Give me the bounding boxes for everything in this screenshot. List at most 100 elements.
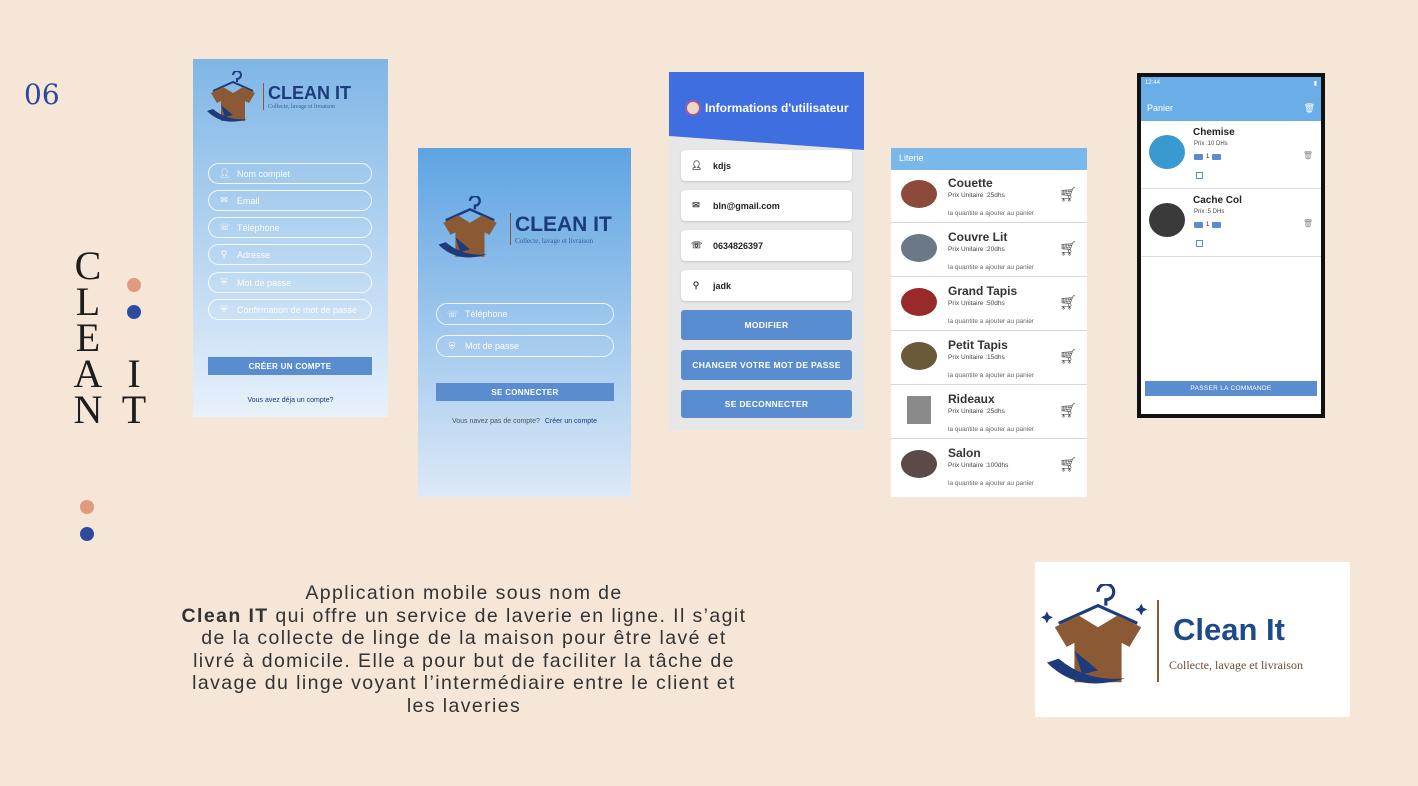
- profile-screen: Informations d'utilisateur 👤︎ kdjs ✉ bln@g…: [669, 72, 864, 430]
- status-bar: 12:44 ▮: [1141, 77, 1321, 91]
- brand-logo: CLEAN IT Collecte, lavage et livraison: [432, 194, 612, 262]
- mail-icon: ✉: [692, 200, 700, 210]
- minus-button[interactable]: [1194, 222, 1203, 228]
- login-button[interactable]: SE CONNECTER: [436, 383, 614, 401]
- address-field[interactable]: ⚲ Adresse: [208, 244, 372, 265]
- password-field[interactable]: ⛨ Mot de passe: [208, 272, 372, 293]
- brand-logo-card: Clean It Collecte, lavage et livraison: [1035, 562, 1350, 717]
- cart-screen: 12:44 ▮ Panier 🗑︎ Chemise Prix :10 DHs 1…: [1141, 77, 1321, 414]
- product-image: [901, 234, 937, 262]
- trash-icon[interactable]: 🗑︎: [1304, 103, 1315, 113]
- shield-icon: ⛨: [220, 304, 228, 314]
- login-link[interactable]: Vous avez déja un compte?: [193, 397, 388, 404]
- tshirt-hanger-icon: [1039, 582, 1157, 699]
- product-image: [901, 288, 937, 316]
- decor-dot-orange: [80, 500, 94, 514]
- add-to-cart-icon[interactable]: 🛒︎: [1059, 186, 1077, 203]
- product-image: [901, 180, 937, 208]
- email-field[interactable]: ✉ Email: [208, 190, 372, 211]
- brand-tagline: Collecte, lavage et livraison: [268, 103, 335, 110]
- product-image: [1149, 135, 1185, 169]
- page-number: 06: [24, 78, 60, 111]
- decor-dot-blue: [127, 305, 141, 319]
- location-icon: ⚲: [220, 249, 228, 259]
- password-field[interactable]: ⛨ Mot de passe: [436, 335, 614, 357]
- create-account-button[interactable]: CRÉER UN COMPTE: [208, 357, 372, 375]
- list-item[interactable]: Salon Prix Unitaire :100dhs la quantite …: [891, 440, 1087, 493]
- create-account-link[interactable]: Créer un compte: [545, 418, 597, 425]
- quantity-stepper[interactable]: 1: [1194, 222, 1222, 228]
- mail-icon: ✉: [220, 195, 228, 205]
- list-item[interactable]: Grand Tapis Prix Unitaire :50dhs la quan…: [891, 278, 1087, 331]
- checkout-button[interactable]: PASSER LA COMMANDE: [1145, 381, 1317, 396]
- plus-button[interactable]: [1212, 222, 1222, 228]
- shield-icon: ⛨: [448, 340, 456, 351]
- brand-logo: CLEAN IT Collecte, lavage et livraison: [203, 70, 351, 122]
- brand-highlight: Clean IT: [181, 604, 269, 627]
- vertical-title-clean: C L E A N: [73, 243, 103, 432]
- checkbox[interactable]: [1196, 240, 1203, 247]
- quantity-stepper[interactable]: 1: [1194, 154, 1222, 160]
- phone-icon: ☏: [219, 222, 231, 232]
- cart-item: Cache Col Prix :5 DHs 1 🗑︎: [1141, 189, 1321, 257]
- login-screen: CLEAN IT Collecte, lavage et livraison ☏…: [418, 148, 631, 497]
- logo-divider: [1157, 600, 1159, 682]
- project-description: Application mobile sous nom de Clean IT …: [181, 582, 747, 717]
- brand-name: CLEAN IT: [268, 82, 351, 103]
- decor-dot-blue: [80, 527, 94, 541]
- phone-field[interactable]: ☏ Téléphone: [208, 217, 372, 238]
- profile-title: Informations d'utilisateur: [705, 101, 849, 115]
- minus-button[interactable]: [1194, 154, 1203, 160]
- signal-icon: ▮: [1313, 81, 1317, 87]
- list-item[interactable]: Couette Prix Unitaire :25dhs la quantite…: [891, 170, 1087, 223]
- logout-button[interactable]: SE DECONNECTER: [681, 390, 852, 418]
- change-password-button[interactable]: CHANGER VOTRE MOT DE PASSE: [681, 350, 852, 380]
- checkbox[interactable]: [1196, 172, 1203, 179]
- product-image: [907, 396, 931, 424]
- product-image: [901, 342, 937, 370]
- tshirt-hanger-icon: [203, 70, 259, 122]
- fullname-field[interactable]: 👤︎ Nom complet: [208, 163, 372, 184]
- user-icon: 👤︎: [219, 168, 231, 178]
- brand-tagline: Collecte, lavage et livraison: [1169, 658, 1303, 672]
- phone-icon: ☏: [447, 308, 459, 319]
- signup-screen: CLEAN IT Collecte, lavage et livraison 👤…: [193, 59, 388, 417]
- decor-dot-orange: [127, 278, 141, 292]
- add-to-cart-icon[interactable]: 🛒︎: [1059, 456, 1077, 473]
- cart-toolbar: Panier 🗑︎: [1141, 91, 1321, 121]
- delete-icon[interactable]: 🗑︎: [1303, 151, 1313, 160]
- plus-button[interactable]: [1212, 154, 1222, 160]
- name-value[interactable]: 👤︎ kdjs: [681, 150, 852, 181]
- category-title: Literie: [891, 148, 1087, 170]
- cart-title: Panier: [1147, 103, 1174, 113]
- list-item[interactable]: Petit Tapis Prix Unitaire :15dhs la quan…: [891, 332, 1087, 385]
- no-account-text: Vous navez pas de compte?: [451, 418, 540, 425]
- modify-button[interactable]: MODIFIER: [681, 310, 852, 340]
- add-to-cart-icon[interactable]: 🛒︎: [1059, 402, 1077, 419]
- location-icon: ⚲: [692, 280, 700, 290]
- brand-name: CLEAN IT: [515, 213, 612, 236]
- shield-icon: ⛨: [220, 277, 228, 287]
- vertical-title-it: I T: [121, 351, 147, 432]
- phone-field[interactable]: ☏ Téléphone: [436, 303, 614, 325]
- list-item[interactable]: Rideaux Prix Unitaire :25dhs la quantite…: [891, 386, 1087, 439]
- tshirt-hanger-icon: [432, 194, 506, 262]
- cart-item: Chemise Prix :10 DHs 1 🗑︎: [1141, 121, 1321, 189]
- phone-icon: ☏: [691, 240, 703, 250]
- avatar-icon: [685, 100, 701, 116]
- address-value[interactable]: ⚲ jadk: [681, 270, 852, 301]
- add-to-cart-icon[interactable]: 🛒︎: [1059, 294, 1077, 311]
- delete-icon[interactable]: 🗑︎: [1303, 219, 1313, 228]
- category-screen: Literie Couette Prix Unitaire :25dhs la …: [891, 148, 1087, 497]
- brand-tagline: Collecte, lavage et livraison: [515, 237, 594, 245]
- brand-name: Clean It: [1173, 612, 1285, 647]
- cart-phone: 12:44 ▮ Panier 🗑︎ Chemise Prix :10 DHs 1…: [1137, 73, 1325, 418]
- add-to-cart-icon[interactable]: 🛒︎: [1059, 348, 1077, 365]
- list-item[interactable]: Couvre Lit Prix Unitaire :20dhs la quant…: [891, 224, 1087, 277]
- product-image: [901, 450, 937, 478]
- user-icon: 👤︎: [691, 160, 703, 170]
- confirm-password-field[interactable]: ⛨ Confirmation de mot de passe: [208, 299, 372, 320]
- add-to-cart-icon[interactable]: 🛒︎: [1059, 240, 1077, 257]
- phone-value[interactable]: ☏ 0634826397: [681, 230, 852, 261]
- email-value[interactable]: ✉ bln@gmail.com: [681, 190, 852, 221]
